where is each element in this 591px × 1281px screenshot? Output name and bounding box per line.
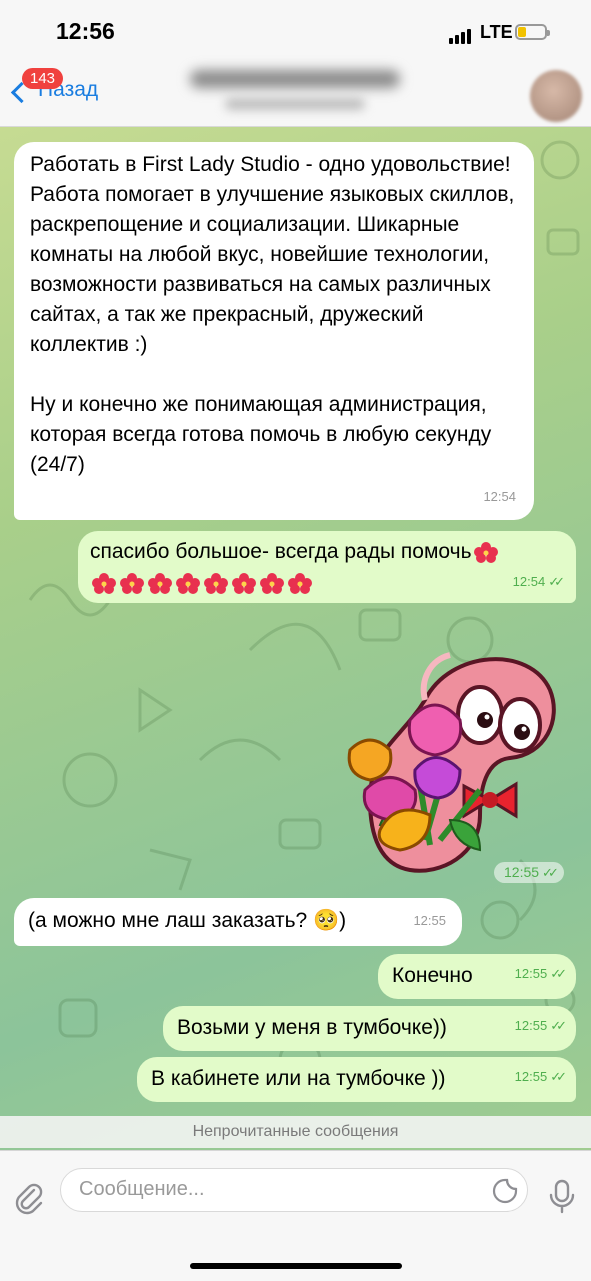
paperclip-icon bbox=[15, 1183, 43, 1215]
hibiscus-emoji-icon bbox=[286, 572, 314, 595]
message-text-content: спасибо большое- всегда рады помочь bbox=[90, 540, 472, 563]
battery-icon bbox=[515, 24, 550, 40]
message-composer bbox=[0, 1150, 591, 1281]
outgoing-message[interactable]: спасибо большое- всегда рады помочь 12:5… bbox=[78, 531, 576, 603]
attach-button[interactable] bbox=[12, 1181, 46, 1220]
unread-count-badge: 143 bbox=[22, 68, 64, 89]
message-text: Работать в First Lady Studio - одно удов… bbox=[30, 153, 515, 476]
status-bar: 12:56 LTE bbox=[0, 0, 591, 62]
read-checkmarks-icon: ✓✓ bbox=[550, 966, 567, 981]
message-time: 12:55 ✓✓ bbox=[514, 1018, 567, 1033]
message-text: Конечно bbox=[392, 964, 473, 987]
message-time: 12:55 bbox=[413, 913, 446, 928]
cellular-signal-icon bbox=[449, 26, 473, 44]
worm-sticker[interactable] bbox=[330, 640, 560, 876]
avatar[interactable] bbox=[530, 70, 582, 122]
message-time: 12:54 bbox=[483, 489, 516, 504]
sticker-button[interactable] bbox=[491, 1177, 519, 1210]
hibiscus-emoji-icon bbox=[472, 541, 500, 564]
sticker-icon bbox=[492, 1178, 518, 1204]
incoming-message[interactable]: Работать в First Lady Studio - одно удов… bbox=[14, 142, 534, 520]
outgoing-message[interactable]: Возьми у меня в тумбочке)) 12:55 ✓✓ bbox=[163, 1006, 576, 1051]
read-checkmarks-icon: ✓✓ bbox=[548, 574, 565, 589]
outgoing-message[interactable]: Конечно 12:55 ✓✓ bbox=[378, 954, 576, 999]
message-time: 12:54 ✓✓ bbox=[512, 574, 565, 589]
hibiscus-emoji-icon bbox=[230, 572, 258, 595]
chat-subtitle bbox=[225, 98, 365, 110]
read-checkmarks-icon: ✓✓ bbox=[550, 1018, 567, 1033]
read-checkmarks-icon: ✓✓ bbox=[550, 1069, 567, 1084]
message-time: 12:55 ✓✓ bbox=[514, 966, 567, 981]
message-text: Возьми у меня в тумбочке)) bbox=[177, 1016, 447, 1039]
hibiscus-emoji-icon bbox=[90, 572, 118, 595]
chat-header: Назад 143 bbox=[0, 62, 591, 127]
incoming-message[interactable]: (а можно мне лаш заказать? 🥺) 12:55 bbox=[14, 898, 462, 946]
hibiscus-emoji-icon bbox=[258, 572, 286, 595]
message-text: (а можно мне лаш заказать? 🥺) bbox=[28, 909, 347, 932]
microphone-button[interactable] bbox=[548, 1179, 576, 1220]
status-time: 12:56 bbox=[56, 18, 115, 44]
read-checkmarks-icon: ✓✓ bbox=[542, 865, 559, 880]
home-indicator bbox=[190, 1263, 402, 1269]
outgoing-message[interactable]: В кабинете или на тумбочке )) 12:55 ✓✓ bbox=[137, 1057, 576, 1102]
hibiscus-emoji-icon bbox=[118, 572, 146, 595]
hibiscus-emoji-icon bbox=[146, 572, 174, 595]
message-time: 12:55 ✓✓ bbox=[514, 1069, 567, 1084]
message-input-wrapper bbox=[60, 1168, 528, 1212]
sticker-time: 12:55 ✓✓ bbox=[494, 862, 564, 883]
emoji-row bbox=[90, 568, 314, 598]
network-type: LTE bbox=[480, 22, 513, 42]
message-text: спасибо большое- всегда рады помочь bbox=[90, 537, 500, 567]
microphone-icon bbox=[549, 1179, 575, 1214]
message-text: В кабинете или на тумбочке )) bbox=[151, 1067, 446, 1090]
hibiscus-emoji-icon bbox=[202, 572, 230, 595]
hibiscus-emoji-icon bbox=[174, 572, 202, 595]
chat-title[interactable] bbox=[190, 70, 400, 88]
unread-messages-divider: Непрочитанные сообщения bbox=[0, 1116, 591, 1148]
message-input[interactable] bbox=[77, 1177, 481, 1202]
